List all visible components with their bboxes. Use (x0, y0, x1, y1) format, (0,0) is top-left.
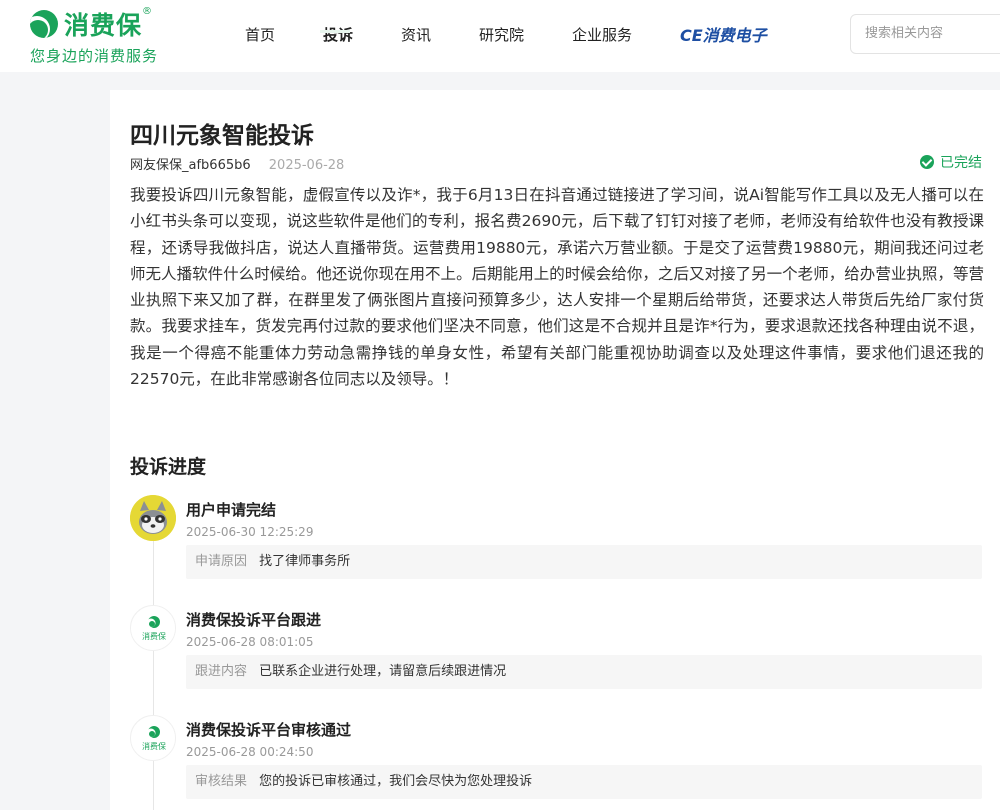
complaint-author[interactable]: 网友保保_afb665b6 (130, 158, 251, 173)
raccoon-avatar-icon (130, 495, 176, 541)
complaint-date: 2025-06-28 (268, 158, 345, 173)
timeline-title: 用户申请完结 (186, 501, 277, 519)
timeline-detail-label: 审核结果 (195, 774, 248, 789)
platform-logo-text: 消费保 (142, 631, 166, 641)
timeline-detail-label: 申请原因 (195, 554, 248, 569)
timeline-time: 2025-06-28 08:01:05 (186, 635, 314, 649)
timeline-detail: 审核结果 您的投诉已审核通过，我们会尽快为您处理投诉 (186, 765, 982, 799)
logo-leaf-icon (30, 10, 58, 38)
platform-logo-text: 消费保 (142, 741, 166, 751)
status-badge: 已完结 (920, 152, 982, 172)
timeline-detail-value: 找了律师事务所 (259, 554, 351, 569)
timeline-time: 2025-06-28 00:24:50 (186, 745, 314, 759)
nav-active-underline (320, 30, 350, 33)
timeline-time: 2025-06-30 12:25:29 (186, 525, 314, 539)
nav-research[interactable]: 研究院 (479, 24, 524, 45)
progress-section-title: 投诉进度 (130, 456, 207, 478)
timeline-detail-label: 跟进内容 (195, 664, 248, 679)
timeline-title: 消费保投诉平台审核通过 (186, 721, 352, 739)
complaint-title: 四川元象智能投诉 (130, 123, 314, 149)
platform-logo-icon: 消费保 (130, 605, 176, 651)
timeline-detail-value: 您的投诉已审核通过，我们会尽快为您处理投诉 (259, 774, 533, 789)
timeline-line (153, 540, 154, 810)
nav-news[interactable]: 资讯 (401, 24, 431, 45)
top-header: 消费保 ® 您身边的消费服务 首页 投诉 资讯 研究院 企业服务 CE消费电子 … (0, 0, 1000, 72)
nav-enterprise[interactable]: 企业服务 (572, 24, 632, 45)
timeline-detail: 申请原因 找了律师事务所 (186, 545, 982, 579)
complaint-meta: 网友保保_afb665b6 2025-06-28 (130, 154, 344, 173)
timeline-detail: 跟进内容 已联系企业进行处理，请留意后续跟进情况 (186, 655, 982, 689)
status-text: 已完结 (940, 155, 982, 171)
timeline-detail-value: 已联系企业进行处理，请留意后续跟进情况 (259, 664, 507, 679)
logo-name: 消费保 (64, 11, 143, 40)
complaint-card: 四川元象智能投诉 网友保保_afb665b6 2025-06-28 已完结 我要… (110, 90, 1000, 810)
nav-complaint[interactable]: 投诉 (323, 24, 353, 45)
search-input[interactable]: 搜索相关内容 (850, 14, 1000, 54)
complaint-content: 我要投诉四川元象智能，虚假宣传以及诈*，我于6月13日在抖音通过链接进了学习间，… (130, 186, 984, 389)
nav-home[interactable]: 首页 (245, 24, 275, 45)
nav-ce-electronics[interactable]: CE消费电子 (680, 22, 767, 46)
site-logo[interactable]: 消费保 ® 您身边的消费服务 (30, 6, 158, 66)
check-circle-icon (920, 155, 934, 169)
logo-registered-mark: ® (142, 6, 153, 17)
logo-slogan: 您身边的消费服务 (30, 47, 159, 65)
platform-logo-icon: 消费保 (130, 715, 176, 761)
timeline-title: 消费保投诉平台跟进 (186, 611, 322, 629)
